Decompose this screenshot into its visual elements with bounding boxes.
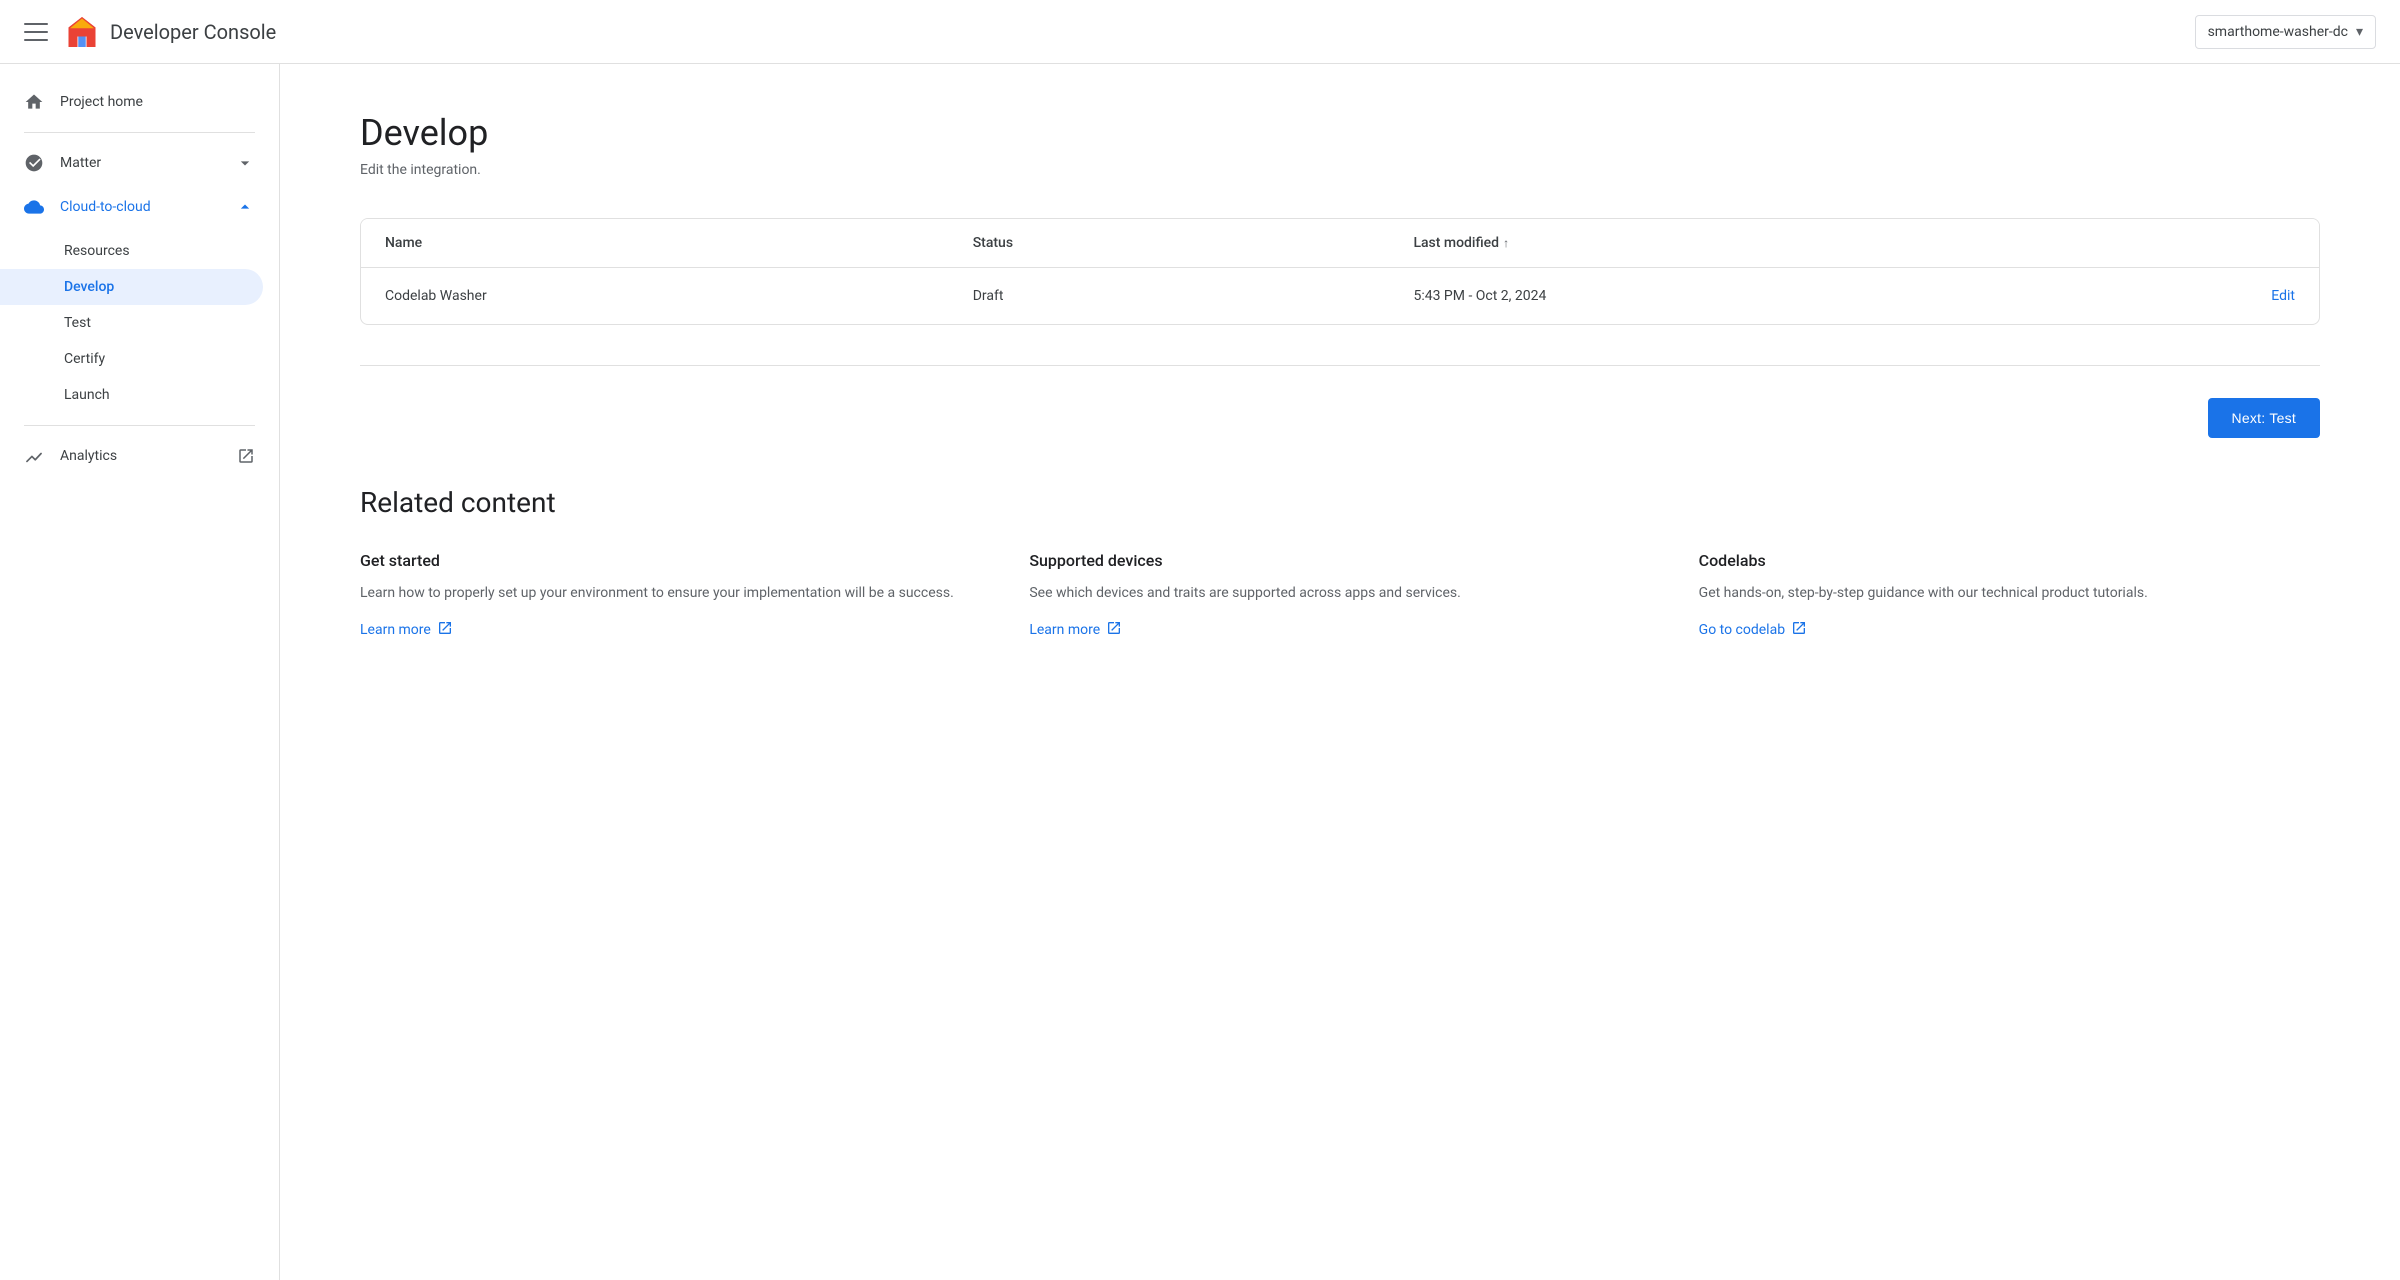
edit-link[interactable]: Edit — [2271, 288, 2295, 304]
cloud-to-cloud-subnav: Resources Develop Test Certify Launch — [0, 229, 279, 417]
main-content: Develop Edit the integration. Name Statu… — [280, 64, 2400, 1280]
sidebar-item-analytics[interactable]: Analytics — [0, 434, 279, 478]
sidebar: Project home Matter Cloud-to-cloud Resou… — [0, 64, 280, 1280]
external-link-icon-2 — [1106, 620, 1122, 640]
related-card-title-2: Supported devices — [1029, 551, 1650, 570]
project-selector[interactable]: smarthome-washer-dc ▾ — [2195, 15, 2376, 49]
layout: Project home Matter Cloud-to-cloud Resou… — [0, 0, 2400, 1280]
table-row: Codelab Washer Draft 5:43 PM - Oct 2, 20… — [361, 268, 2319, 324]
col-last-modified[interactable]: Last modified ↑ — [1413, 235, 2001, 251]
matter-icon — [24, 153, 44, 173]
sidebar-divider-2 — [24, 425, 255, 426]
related-card-codelabs: Codelabs Get hands-on, step-by-step guid… — [1699, 551, 2320, 640]
analytics-icon — [24, 446, 44, 466]
cloud-to-cloud-label: Cloud-to-cloud — [60, 199, 219, 215]
row-status: Draft — [973, 288, 1414, 304]
sidebar-item-matter[interactable]: Matter — [0, 141, 279, 185]
col-status: Status — [973, 235, 1414, 251]
sort-icon: ↑ — [1503, 236, 1509, 250]
sidebar-divider-1 — [24, 132, 255, 133]
external-link-icon-3 — [1791, 620, 1807, 640]
cloud-to-cloud-chevron-icon — [235, 197, 255, 217]
sidebar-subitem-test[interactable]: Test — [0, 305, 279, 341]
related-content-title: Related content — [360, 486, 2320, 519]
related-link-label-3: Go to codelab — [1699, 622, 1785, 638]
row-action: Edit — [2001, 288, 2295, 304]
page-subtitle: Edit the integration. — [360, 162, 2320, 178]
sidebar-item-project-home[interactable]: Project home — [0, 80, 279, 124]
related-card-desc-3: Get hands-on, step-by-step guidance with… — [1699, 582, 2320, 604]
sidebar-subitem-resources[interactable]: Resources — [0, 233, 279, 269]
sidebar-subitem-certify[interactable]: Certify — [0, 341, 279, 377]
integrations-table: Name Status Last modified ↑ Codelab Wash… — [360, 218, 2320, 325]
topbar: Developer Console smarthome-washer-dc ▾ — [0, 0, 2400, 64]
related-card-title-1: Get started — [360, 551, 981, 570]
col-name: Name — [385, 235, 973, 251]
matter-chevron-icon — [235, 153, 255, 173]
button-row: Next: Test — [360, 398, 2320, 438]
sidebar-item-cloud-to-cloud[interactable]: Cloud-to-cloud — [0, 185, 279, 229]
related-link-1[interactable]: Learn more — [360, 620, 453, 640]
related-card-title-3: Codelabs — [1699, 551, 2320, 570]
related-card-desc-1: Learn how to properly set up your enviro… — [360, 582, 981, 604]
project-name: smarthome-washer-dc — [2208, 24, 2348, 40]
related-link-3[interactable]: Go to codelab — [1699, 620, 1807, 640]
google-home-logo-icon — [64, 14, 100, 50]
project-home-label: Project home — [60, 94, 255, 110]
related-grid: Get started Learn how to properly set up… — [360, 551, 2320, 640]
content-divider — [360, 365, 2320, 366]
next-test-button[interactable]: Next: Test — [2208, 398, 2321, 438]
row-name: Codelab Washer — [385, 288, 973, 304]
related-card-desc-2: See which devices and traits are support… — [1029, 582, 1650, 604]
home-icon — [24, 92, 44, 112]
row-last-modified: 5:43 PM - Oct 2, 2024 — [1413, 288, 2001, 304]
sidebar-subitem-launch[interactable]: Launch — [0, 377, 279, 413]
related-link-2[interactable]: Learn more — [1029, 620, 1122, 640]
col-action — [2001, 235, 2295, 251]
analytics-external-link-icon — [237, 447, 255, 465]
related-card-get-started: Get started Learn how to properly set up… — [360, 551, 981, 640]
analytics-label: Analytics — [60, 448, 117, 464]
project-selector-chevron: ▾ — [2356, 24, 2363, 40]
matter-label: Matter — [60, 155, 219, 171]
app-title: Developer Console — [110, 20, 276, 44]
app-logo[interactable]: Developer Console — [64, 14, 276, 50]
related-link-label-1: Learn more — [360, 622, 431, 638]
cloud-icon — [24, 197, 44, 217]
related-card-supported-devices: Supported devices See which devices and … — [1029, 551, 1650, 640]
related-link-label-2: Learn more — [1029, 622, 1100, 638]
menu-icon[interactable] — [24, 20, 48, 44]
table-header: Name Status Last modified ↑ — [361, 219, 2319, 268]
page-title: Develop — [360, 112, 2320, 154]
external-link-icon-1 — [437, 620, 453, 640]
sidebar-subitem-develop[interactable]: Develop — [0, 269, 263, 305]
related-content-section: Related content Get started Learn how to… — [360, 486, 2320, 640]
